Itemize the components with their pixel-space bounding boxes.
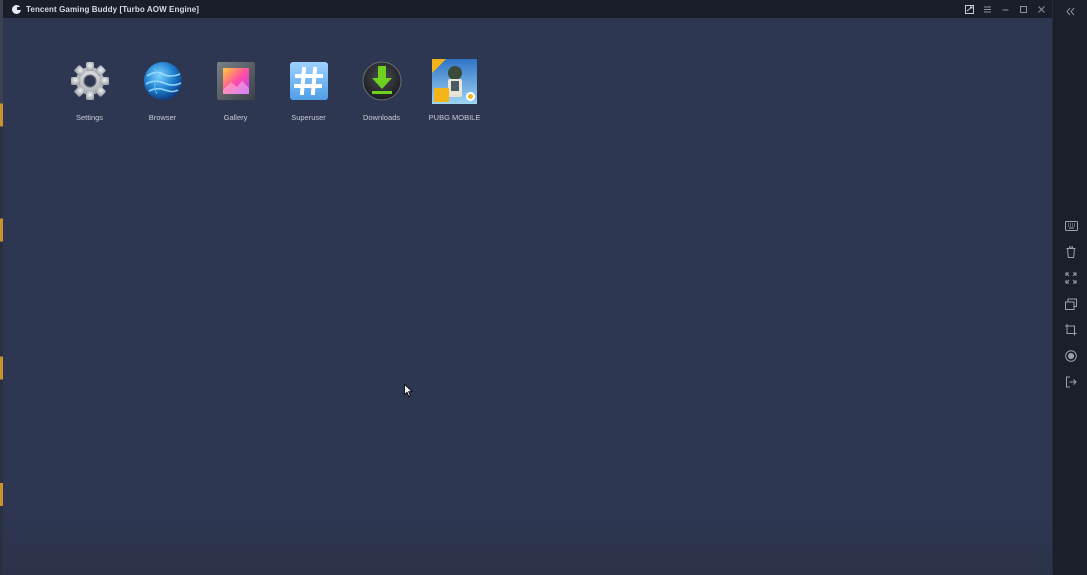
app-downloads[interactable]: Downloads <box>345 58 418 122</box>
emulator-window: Tencent Gaming Buddy [Turbo AOW Engine] <box>0 0 1087 575</box>
app-label: Downloads <box>362 113 401 122</box>
title-bar[interactable]: Tencent Gaming Buddy [Turbo AOW Engine] <box>3 0 1052 18</box>
app-label: Gallery <box>223 113 248 122</box>
minimize-icon[interactable] <box>1001 5 1010 14</box>
app-label: Superuser <box>291 113 326 122</box>
download-icon <box>359 58 405 104</box>
app-logo-icon <box>12 4 21 14</box>
close-icon[interactable] <box>1037 5 1046 14</box>
window-title: Tencent Gaming Buddy [Turbo AOW Engine] <box>26 4 200 14</box>
keyboard-icon[interactable] <box>1064 219 1078 233</box>
multi-window-icon[interactable] <box>1064 297 1078 311</box>
double-chevron-left-icon[interactable] <box>1065 4 1076 16</box>
emulator-toolbar <box>1052 0 1087 575</box>
android-home-screen[interactable]: Settings Browser Gallery Superuser Downl… <box>3 18 1052 575</box>
record-icon[interactable] <box>1064 349 1078 363</box>
hash-icon <box>286 58 332 104</box>
app-label: PUBG MOBILE <box>428 113 481 122</box>
app-label: Settings <box>75 113 104 122</box>
gear-icon <box>67 58 113 104</box>
app-browser[interactable]: Browser <box>126 58 199 122</box>
app-grid: Settings Browser Gallery Superuser Downl… <box>53 58 491 122</box>
exit-icon[interactable] <box>1064 375 1078 389</box>
app-superuser[interactable]: Superuser <box>272 58 345 122</box>
app-label: Browser <box>148 113 177 122</box>
gallery-icon <box>213 58 259 104</box>
toolbar-tools <box>1064 219 1078 389</box>
menu-icon[interactable] <box>983 5 992 14</box>
window-controls <box>965 0 1046 18</box>
maximize-icon[interactable] <box>1019 5 1028 14</box>
crop-screenshot-icon[interactable] <box>1064 323 1078 337</box>
app-pubg-mobile[interactable]: PUBG MOBILE <box>418 58 491 122</box>
mouse-cursor-icon <box>404 384 413 397</box>
trash-icon[interactable] <box>1064 245 1078 259</box>
pubg-mobile-icon <box>432 58 478 104</box>
app-settings[interactable]: Settings <box>53 58 126 122</box>
screenshot-icon[interactable] <box>965 4 974 14</box>
globe-icon <box>140 58 186 104</box>
app-gallery[interactable]: Gallery <box>199 58 272 122</box>
fullscreen-icon[interactable] <box>1064 271 1078 285</box>
